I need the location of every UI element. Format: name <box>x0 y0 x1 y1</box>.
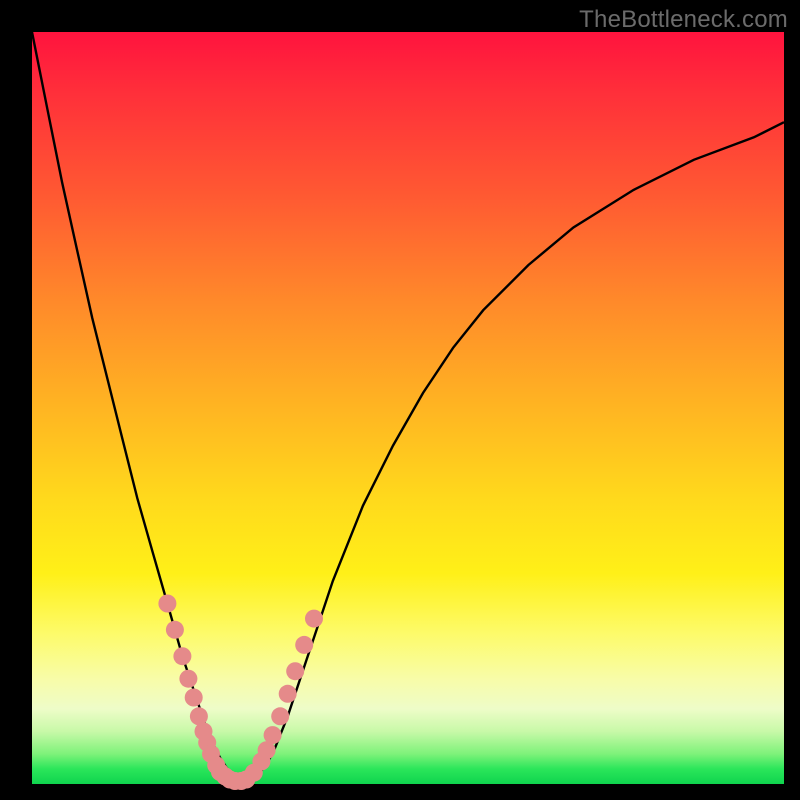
highlight-dot <box>286 662 304 680</box>
highlight-dot <box>158 595 176 613</box>
highlight-dot <box>305 610 323 628</box>
bottleneck-curve <box>32 32 784 784</box>
watermark-text: TheBottleneck.com <box>579 6 788 34</box>
chart-plot-area <box>32 32 784 784</box>
highlight-dot <box>166 621 184 639</box>
highlight-dot <box>185 689 203 707</box>
highlight-dot <box>279 685 297 703</box>
chart-frame: TheBottleneck.com <box>0 0 800 800</box>
dots-group <box>158 595 323 791</box>
highlight-dot <box>295 636 313 654</box>
highlight-dot <box>264 726 282 744</box>
curve-group <box>32 32 784 781</box>
highlight-dot <box>173 647 191 665</box>
highlight-dot <box>271 707 289 725</box>
v-curve-path <box>32 32 784 781</box>
highlight-dot <box>179 670 197 688</box>
